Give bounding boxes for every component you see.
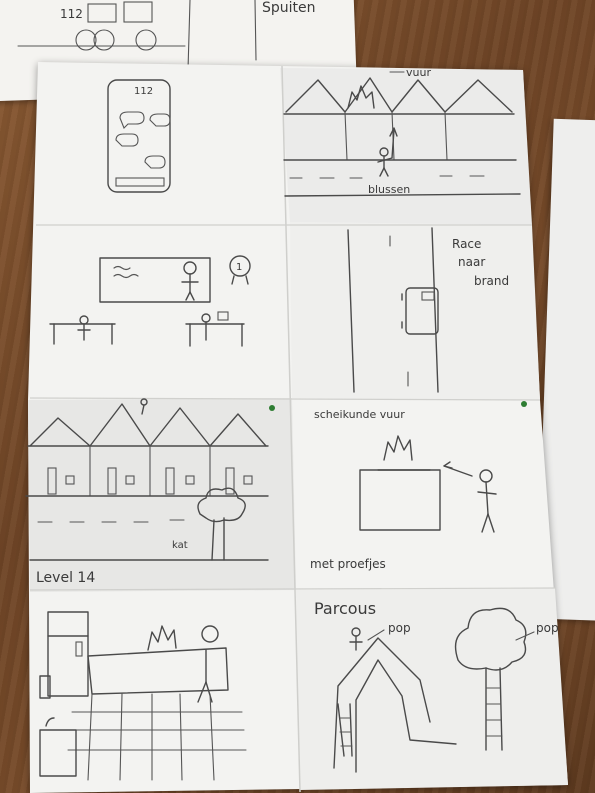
pop-left-label: pop xyxy=(388,621,411,635)
top-paper-sketch: 112 Spuiten xyxy=(17,0,316,71)
parcous-title: Parcous xyxy=(314,599,376,618)
pop-right-label: pop xyxy=(536,621,559,635)
fold-shade-2 xyxy=(290,222,540,400)
chem-caption: met proefjes xyxy=(310,557,386,571)
top-paper-label-right: Spuiten xyxy=(262,0,316,16)
race-label-1: Race xyxy=(452,237,481,251)
blussen-label: blussen xyxy=(368,183,410,196)
top-paper-label-left: 112 xyxy=(60,7,83,21)
fire-label: vuur xyxy=(406,66,431,79)
chem-title: scheikunde vuur xyxy=(314,408,405,421)
level-label: Level 14 xyxy=(36,570,95,586)
green-dot-left xyxy=(269,405,275,411)
badge-label: 1 xyxy=(236,262,242,273)
storyboard-sheet: 112 Spuiten 112 vuur blussen 1 Race naar… xyxy=(17,0,568,793)
race-label-3: brand xyxy=(474,274,509,288)
cat-label: kat xyxy=(172,540,188,551)
green-dot-right xyxy=(521,401,527,407)
fold-shade-1 xyxy=(280,68,532,225)
phone-label: 112 xyxy=(134,86,153,97)
race-label-2: naar xyxy=(458,255,485,269)
fold-shade-4 xyxy=(296,588,568,790)
